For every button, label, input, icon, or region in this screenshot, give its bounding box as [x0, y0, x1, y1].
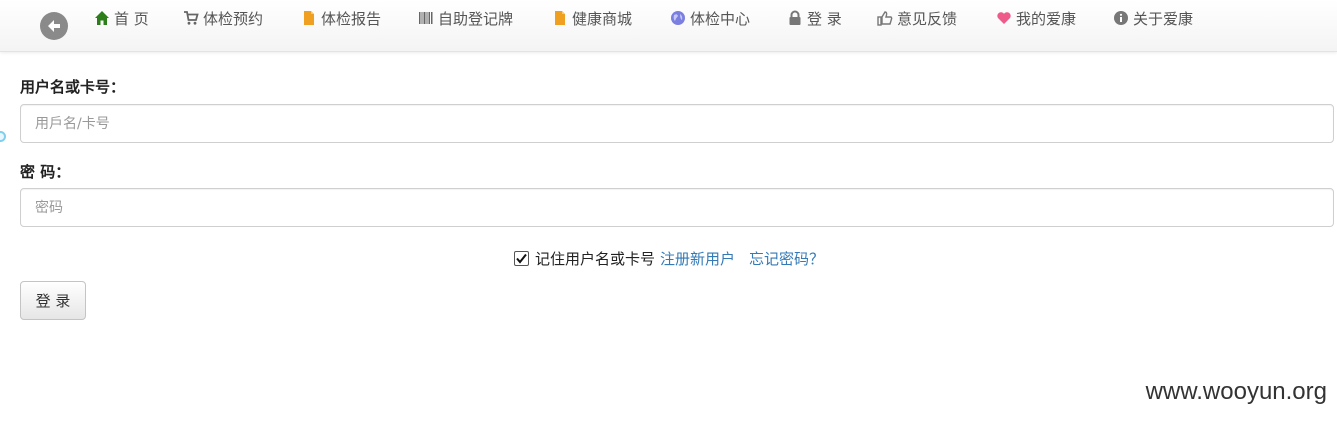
forgot-password-link[interactable]: 忘记密码？ [749, 248, 824, 269]
username-input[interactable] [20, 104, 1334, 143]
top-navbar: 首 页 体检预约 体检报告 自助登记牌 健康商城 体检中心 登 录 意见反馈 我… [0, 0, 1337, 52]
nav-health-mall[interactable]: 健康商城 [552, 8, 632, 28]
document-icon [301, 10, 317, 26]
nav-about[interactable]: 关于爱康 [1113, 8, 1193, 28]
home-icon [94, 10, 110, 26]
nav-home[interactable]: 首 页 [94, 8, 149, 28]
nav-booking[interactable]: 体检预约 [183, 8, 263, 28]
nav-center[interactable]: 体检中心 [670, 8, 750, 28]
remember-row: 记住用户名或卡号 注册新用户 忘记密码？ [514, 248, 824, 268]
watermark-text: www.wooyun.org [1145, 378, 1327, 405]
nav-login[interactable]: 登 录 [787, 8, 842, 28]
register-link[interactable]: 注册新用户 [660, 248, 735, 269]
remember-label: 记住用户名或卡号 [535, 249, 656, 268]
nav-booking-label: 体检预约 [203, 9, 264, 28]
nav-feedback[interactable]: 意见反馈 [877, 8, 957, 28]
password-label: 密 码： [20, 163, 71, 181]
check-icon [516, 253, 527, 264]
remember-checkbox[interactable] [514, 250, 529, 266]
nav-my-aikang-label: 我的爱康 [1016, 9, 1077, 28]
heart-icon [996, 10, 1012, 26]
username-label: 用户名或卡号： [20, 78, 126, 96]
nav-about-label: 关于爱康 [1133, 9, 1194, 28]
barcode-icon [418, 10, 434, 26]
globe-icon [670, 10, 686, 26]
nav-report[interactable]: 体检报告 [301, 8, 381, 28]
nav-feedback-label: 意见反馈 [897, 9, 958, 28]
arrow-left-icon [48, 20, 60, 32]
nav-health-mall-label: 健康商城 [572, 9, 633, 28]
nav-center-label: 体检中心 [690, 9, 751, 28]
nav-my-aikang[interactable]: 我的爱康 [996, 8, 1076, 28]
cart-icon [183, 10, 199, 26]
lock-icon [787, 10, 803, 26]
side-marker [0, 131, 6, 142]
back-button[interactable] [40, 12, 68, 40]
password-input[interactable] [20, 188, 1334, 227]
nav-self-checkin-label: 自助登记牌 [438, 9, 514, 28]
nav-login-label: 登 录 [807, 9, 842, 28]
nav-report-label: 体检报告 [321, 9, 382, 28]
info-icon [1113, 10, 1129, 26]
nav-home-label: 首 页 [114, 9, 149, 28]
document-icon [552, 10, 568, 26]
nav-self-checkin[interactable]: 自助登记牌 [418, 8, 513, 28]
login-button[interactable]: 登 录 [20, 281, 86, 320]
thumbs-up-icon [877, 10, 893, 26]
